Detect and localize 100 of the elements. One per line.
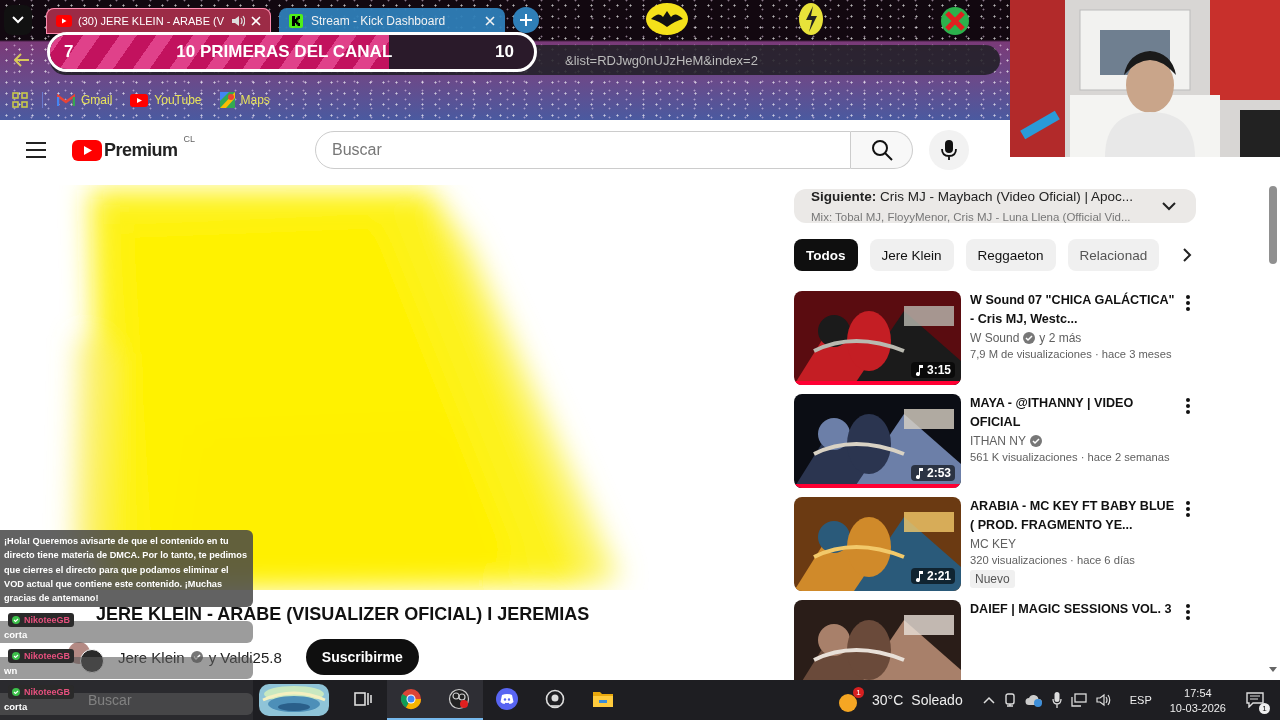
- speaker-icon[interactable]: [231, 15, 245, 27]
- weather-widget[interactable]: 1 30°C Soleado: [838, 687, 963, 713]
- cloud-icon[interactable]: [1024, 693, 1043, 707]
- speaker-icon[interactable]: [1095, 693, 1112, 707]
- folder-icon: [592, 690, 614, 708]
- duration-badge: 3:15: [910, 362, 955, 378]
- view-stats: 561 K visualizaciones · hace 2 semanas: [970, 450, 1171, 465]
- goal-current: 7: [64, 42, 74, 62]
- chat-notice: ¡Hola! Queremos avisarte de que el contenido en tu directo tiene materia de DMCA. Por lo tanto, te pedimos que cierres el directo para que podamos eliminar el VOD actual que contiene este contenido. ¡Muchas gracias de antemano!: [0, 530, 253, 608]
- youtube-icon: [130, 93, 149, 107]
- tab-title: (30) JERE KLEIN - ARABE (V: [78, 15, 225, 27]
- video-title[interactable]: MAYA - @ITHANNY | VIDEO OFICIAL: [970, 394, 1175, 432]
- bookmark-link[interactable]: Gmail: [57, 93, 113, 107]
- microphone-button[interactable]: [929, 130, 969, 170]
- webcam-icon: [545, 689, 565, 709]
- clock[interactable]: 17:54 10-03-2026: [1169, 686, 1226, 714]
- duration-badge: 2:53: [910, 465, 955, 481]
- time-text: 17:54: [1184, 686, 1212, 699]
- browser-icon: [400, 688, 422, 710]
- channel-name[interactable]: ITHAN NY: [970, 434, 1026, 448]
- chat-username: NikoteeGB: [8, 613, 74, 628]
- weather-condition: Soleado: [911, 692, 963, 708]
- check-icon: [12, 652, 20, 661]
- video-title[interactable]: ARABIA - MC KEY FT BABY BLUE ( PROD. FRAGMENTO YE...: [970, 497, 1175, 535]
- view-stats: 320 visualizaciones · hace 6 días: [970, 553, 1136, 568]
- emblem-icon: [645, 2, 689, 36]
- check-icon: [12, 616, 20, 625]
- youtube-icon: [56, 15, 72, 27]
- music-note-icon: [914, 467, 923, 479]
- video-title[interactable]: W Sound 07 "CHICA GALÁCTICA" - Cris MJ, Westc...: [970, 291, 1175, 329]
- temperature-text: 30°C: [872, 692, 904, 708]
- notification-count: 1: [1259, 703, 1270, 714]
- channel-name[interactable]: MC KEY: [970, 537, 1016, 551]
- map-icon: [219, 92, 235, 108]
- region-code: CL: [183, 133, 196, 144]
- microphone-icon: [941, 139, 957, 161]
- channel-name[interactable]: W Sound: [970, 331, 1020, 345]
- notification-icon[interactable]: [1246, 692, 1264, 708]
- new-tab-button[interactable]: [513, 7, 539, 33]
- emblem-icon: [798, 2, 824, 36]
- apps-grid-icon[interactable]: [12, 92, 28, 108]
- recorder-icon: [448, 688, 470, 710]
- chevron-down-icon[interactable]: [1162, 201, 1176, 211]
- arrow-down-icon[interactable]: [1269, 667, 1277, 672]
- filter-chip[interactable]: Todos: [794, 239, 858, 271]
- music-note-icon: [914, 364, 923, 376]
- youtube-logo-icon[interactable]: [72, 139, 102, 161]
- network-icon[interactable]: [1070, 693, 1087, 707]
- microphone-icon[interactable]: [1051, 692, 1062, 708]
- filter-chip[interactable]: Reggaeton: [965, 239, 1056, 271]
- music-note-icon: [914, 570, 923, 582]
- date-text: 10-03-2026: [1169, 701, 1226, 714]
- more-options-icon[interactable]: [1186, 398, 1190, 414]
- taskbar-app-icon[interactable]: [435, 680, 483, 720]
- sun-icon: [838, 693, 859, 713]
- kick-logo-icon: [289, 14, 303, 28]
- close-icon[interactable]: [251, 16, 261, 26]
- duration-badge: 2:21: [910, 568, 955, 584]
- scrollbar-thumb[interactable]: [1269, 186, 1277, 264]
- task-view-icon: [354, 690, 372, 708]
- new-badge: Nuevo: [970, 570, 1015, 588]
- search-button[interactable]: [851, 131, 913, 169]
- chevron-up-icon[interactable]: [982, 696, 995, 704]
- browser-tab[interactable]: (30) JERE KLEIN - ARABE (V: [46, 8, 271, 34]
- camera-icon[interactable]: [1003, 693, 1016, 707]
- mix-text: Mix: Tobal MJ, FloyyMenor, Cris MJ - Luna Llena (Official Vid...: [811, 211, 1132, 223]
- taskbar-app-icon[interactable]: [387, 680, 435, 720]
- logo-text[interactable]: Premium: [104, 139, 178, 161]
- back-arrow-icon[interactable]: [14, 53, 30, 67]
- up-next-title: Siguiente: Cris MJ - Maybach (Video Oficial) | Apoc...: [811, 189, 1135, 204]
- goal-target: 10: [495, 42, 514, 62]
- subscribe-button[interactable]: Suscribirme: [305, 639, 419, 675]
- video-title[interactable]: DAIEF | MAGIC SESSIONS VOL. 3: [970, 600, 1175, 619]
- chat-username: NikoteeGB: [8, 649, 74, 664]
- bookmark-link[interactable]: YouTube: [130, 93, 202, 107]
- search-field[interactable]: Buscar: [315, 131, 851, 169]
- verified-icon: [190, 651, 203, 663]
- search-icon: [870, 139, 893, 161]
- menu-icon[interactable]: [26, 142, 46, 158]
- browser-tab[interactable]: Stream - Kick Dashboard: [279, 8, 505, 34]
- filter-chip[interactable]: Jere Klein: [869, 239, 954, 271]
- language-indicator[interactable]: ESP: [1129, 694, 1152, 706]
- tab-search-button[interactable]: [4, 5, 32, 35]
- view-stats: 7,9 M de visualizaciones · hace 3 meses: [970, 347, 1173, 362]
- close-icon[interactable]: [485, 16, 495, 26]
- more-options-icon[interactable]: [1186, 295, 1190, 311]
- chevron-right-icon[interactable]: [1183, 248, 1193, 262]
- tab-title: Stream - Kick Dashboard: [311, 14, 447, 28]
- plus-icon: [520, 14, 532, 26]
- filter-chip[interactable]: Relacionad: [1067, 239, 1160, 271]
- game-controller-icon: [496, 688, 518, 710]
- url-text: &list=RDJwg0nUJzHeM&index=2: [565, 52, 758, 68]
- up-next-card[interactable]: Siguiente: Cris MJ - Maybach (Video Oficial) | Apoc... Mix: Tobal MJ, FloyyMenor, Cris MJ - Luna Llena (Official Vid...: [794, 189, 1196, 223]
- mail-icon: [57, 93, 75, 107]
- more-options-icon[interactable]: [1186, 604, 1190, 620]
- chat-username: NikoteeGB: [8, 685, 74, 700]
- more-channels-text: y 2 más: [1039, 331, 1082, 345]
- more-options-icon[interactable]: [1186, 501, 1190, 517]
- alert-badge: 1: [853, 687, 865, 698]
- bookmark-link[interactable]: Maps: [219, 92, 270, 108]
